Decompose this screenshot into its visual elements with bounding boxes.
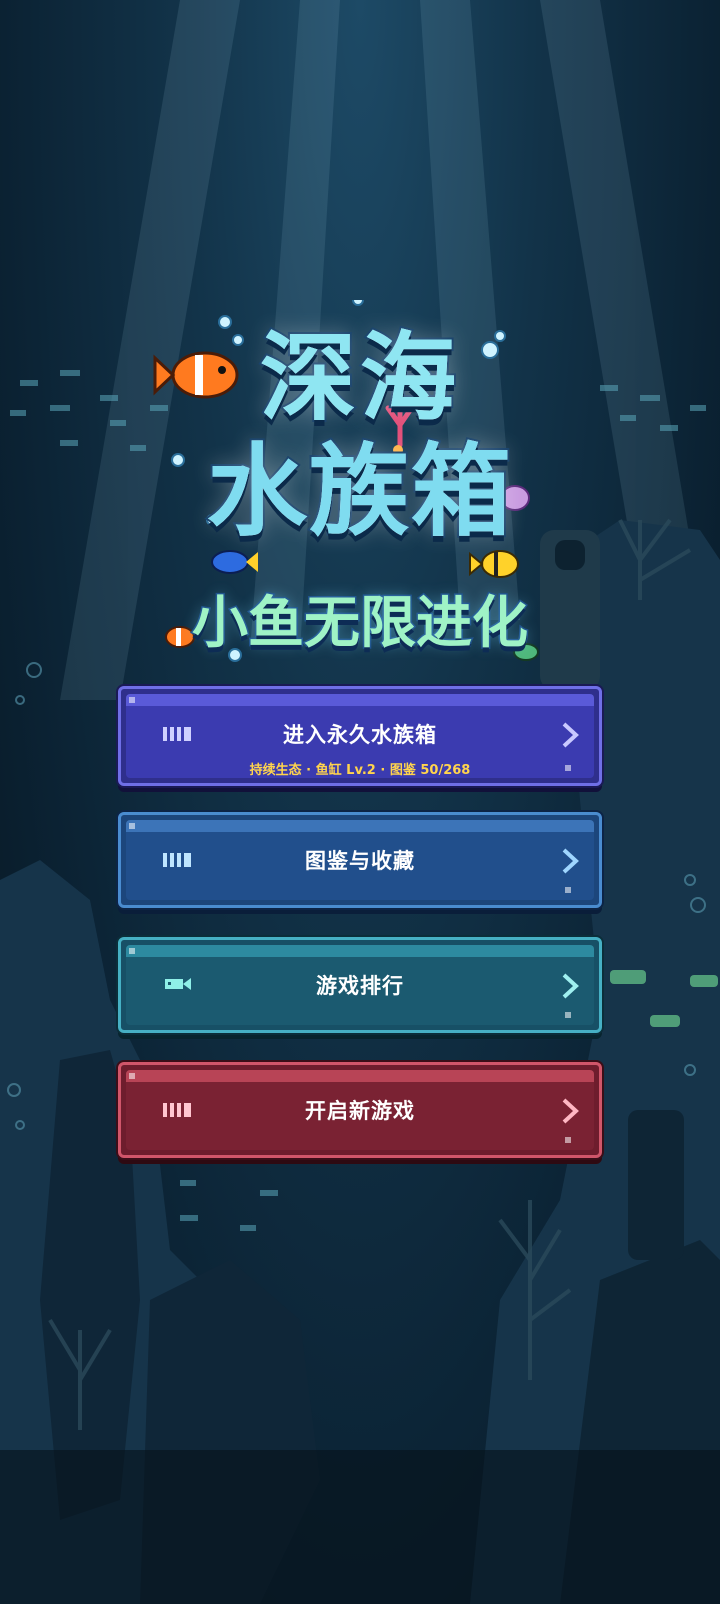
collection-button[interactable]: 图鉴与收藏 — [118, 812, 602, 908]
pixel-dot — [129, 948, 135, 954]
button-label: 游戏排行 — [316, 974, 404, 998]
pixel-dot — [129, 1073, 135, 1079]
chevron-right-icon — [562, 722, 579, 748]
new-game-button[interactable]: 开启新游戏 — [118, 1062, 602, 1158]
button-label: 图鉴与收藏 — [305, 849, 415, 873]
pixel-dot — [565, 1137, 571, 1143]
button-label: 进入永久水族箱 — [283, 723, 437, 747]
button-label: 开启新游戏 — [305, 1099, 415, 1123]
pixel-dot — [565, 765, 571, 771]
pixel-dot — [129, 697, 135, 703]
chevron-right-icon — [562, 1098, 579, 1124]
seabed-scenery — [0, 0, 720, 1604]
subtitle: 小鱼无限进化 — [191, 590, 530, 658]
enter-permanent-aquarium-button[interactable]: 进入永久水族箱 持续生态 · 鱼缸 Lv.2 · 图鉴 50/268 — [118, 686, 602, 786]
aquarium-status: 持续生态 · 鱼缸 Lv.2 · 图鉴 50/268 — [249, 763, 471, 778]
pixel-dot — [565, 887, 571, 893]
pixel-dot — [565, 1012, 571, 1018]
underwater-background — [0, 0, 720, 1604]
leaderboard-button[interactable]: 游戏排行 — [118, 937, 602, 1033]
chevron-right-icon — [562, 848, 579, 874]
pixel-dot — [129, 823, 135, 829]
title-line-2: 水族箱 — [205, 431, 513, 552]
chevron-right-icon — [562, 973, 579, 999]
